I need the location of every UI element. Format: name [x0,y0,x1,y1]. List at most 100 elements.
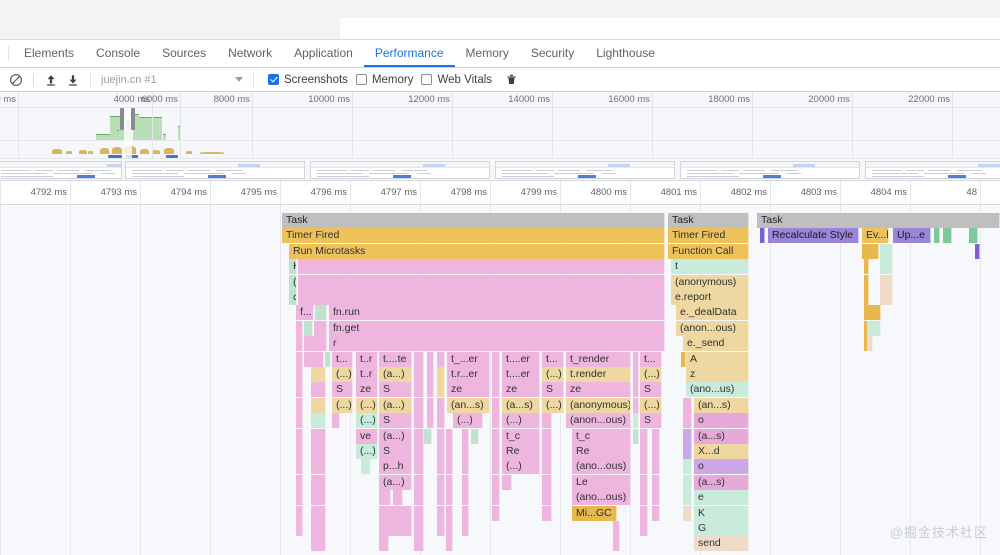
flame-block[interactable]: (a...) [379,475,412,490]
flame-block-unlabeled[interactable] [311,475,326,490]
flame-block[interactable]: Up...e [893,228,931,243]
tab-security[interactable]: Security [520,40,585,67]
flame-block[interactable]: (...) [332,367,353,382]
flame-block-unlabeled[interactable] [633,382,639,397]
flame-block-unlabeled[interactable] [633,398,639,413]
flame-block[interactable]: ze [356,382,378,397]
filmstrip-thumbnail[interactable] [865,161,1000,179]
session-dropdown[interactable]: juejin.cn #1 [97,70,247,90]
flame-block-unlabeled[interactable] [462,490,469,505]
flame-block-unlabeled[interactable] [542,413,552,428]
flame-block-unlabeled[interactable] [296,413,303,428]
flame-block[interactable]: send [694,536,749,551]
flame-block-unlabeled[interactable] [760,228,765,243]
flame-block-unlabeled[interactable] [332,413,340,428]
flame-block[interactable]: o [694,413,749,428]
flame-block-unlabeled[interactable] [296,382,303,397]
flame-block[interactable]: (...) [356,398,378,413]
flame-block-unlabeled[interactable] [296,398,303,413]
flame-block-unlabeled[interactable] [379,536,389,551]
flame-block[interactable]: (...) [640,367,662,382]
flame-block[interactable]: Task [282,213,665,228]
flame-block-unlabeled[interactable] [681,352,686,367]
flame-block[interactable]: Mi...GC [572,506,617,521]
flame-block-unlabeled[interactable] [652,506,660,521]
flame-block-unlabeled[interactable] [379,506,412,521]
flame-block-unlabeled[interactable] [437,521,445,536]
flame-block-unlabeled[interactable] [462,475,469,490]
flame-block-unlabeled[interactable] [427,413,434,428]
flame-block-unlabeled[interactable] [934,228,940,243]
flame-block-unlabeled[interactable] [325,352,331,367]
flame-block-unlabeled[interactable] [492,367,500,382]
flame-block-unlabeled[interactable] [640,429,648,444]
flame-block-unlabeled[interactable] [880,259,893,274]
flame-block[interactable]: z [686,367,749,382]
flame-block[interactable]: Function Call [668,244,749,259]
flame-block[interactable]: (anon...ous) [566,413,631,428]
flame-block[interactable]: Timer Fired [668,228,749,243]
flame-block[interactable]: p...h [379,459,412,474]
flame-block[interactable]: (anonymous) [671,275,749,290]
filmstrip-thumbnail[interactable] [310,161,490,179]
flame-block-unlabeled[interactable] [542,444,552,459]
flame-block[interactable]: (a...) [379,367,412,382]
flame-block-unlabeled[interactable] [633,352,639,367]
flame-block-unlabeled[interactable] [683,490,692,505]
flame-block-unlabeled[interactable] [427,382,434,397]
flame-block[interactable]: (anonymous) [566,398,631,413]
flame-block-unlabeled[interactable] [462,429,469,444]
web-vitals-checkbox[interactable]: Web Vitals [421,74,492,86]
flame-block[interactable]: G [694,521,749,536]
flame-block[interactable]: (...) [453,413,483,428]
flame-block-unlabeled[interactable] [492,475,500,490]
flame-block-unlabeled[interactable] [943,228,952,243]
flame-block-unlabeled[interactable] [640,506,648,521]
flame-block[interactable]: fn.run [329,305,665,320]
delete-icon[interactable] [500,70,522,90]
flame-block[interactable]: S [640,382,662,397]
flame-block-unlabeled[interactable] [296,429,303,444]
flame-block[interactable]: fn.get [329,321,665,336]
flame-block-unlabeled[interactable] [867,321,881,336]
tab-memory[interactable]: Memory [455,40,520,67]
flame-block[interactable]: S [640,413,662,428]
flame-block-unlabeled[interactable] [437,367,445,382]
flame-block[interactable]: Le [572,475,631,490]
flame-block-unlabeled[interactable] [437,444,445,459]
flame-block[interactable]: (...) [502,459,540,474]
flame-block[interactable]: (a...) [379,429,412,444]
flame-block-unlabeled[interactable] [492,429,500,444]
clear-icon[interactable] [5,70,27,90]
flame-block-unlabeled[interactable] [304,336,327,351]
flame-block-unlabeled[interactable] [880,290,893,305]
flame-block-unlabeled[interactable] [502,475,512,490]
flame-block-unlabeled[interactable] [296,521,303,536]
selection-handle-right[interactable] [131,108,135,130]
flame-block[interactable]: r [329,336,665,351]
flame-block-unlabeled[interactable] [414,352,424,367]
flame-block[interactable]: e.report [671,290,749,305]
flame-block-unlabeled[interactable] [437,506,445,521]
flame-block-unlabeled[interactable] [542,459,552,474]
flame-block-unlabeled[interactable] [437,352,445,367]
flame-block-unlabeled[interactable] [542,506,552,521]
flame-block-unlabeled[interactable] [414,475,424,490]
flame-block-unlabeled[interactable] [427,367,434,382]
flame-block-unlabeled[interactable] [640,490,648,505]
flame-block-unlabeled[interactable] [437,413,445,428]
flame-block[interactable]: t_render [566,352,631,367]
flame-block-unlabeled[interactable] [542,475,552,490]
flame-block-unlabeled[interactable] [414,382,424,397]
flame-block-unlabeled[interactable] [492,444,500,459]
flame-block-unlabeled[interactable] [446,475,453,490]
flame-block-unlabeled[interactable] [640,444,648,459]
flame-block-unlabeled[interactable] [867,305,881,320]
flame-block-unlabeled[interactable] [633,429,639,444]
flame-block[interactable]: ve [356,429,378,444]
flame-block-unlabeled[interactable] [542,490,552,505]
flame-block-unlabeled[interactable] [437,398,445,413]
flame-block-unlabeled[interactable] [652,459,660,474]
flame-block-unlabeled[interactable] [298,259,665,274]
flame-block[interactable]: Run Microtasks [289,244,665,259]
